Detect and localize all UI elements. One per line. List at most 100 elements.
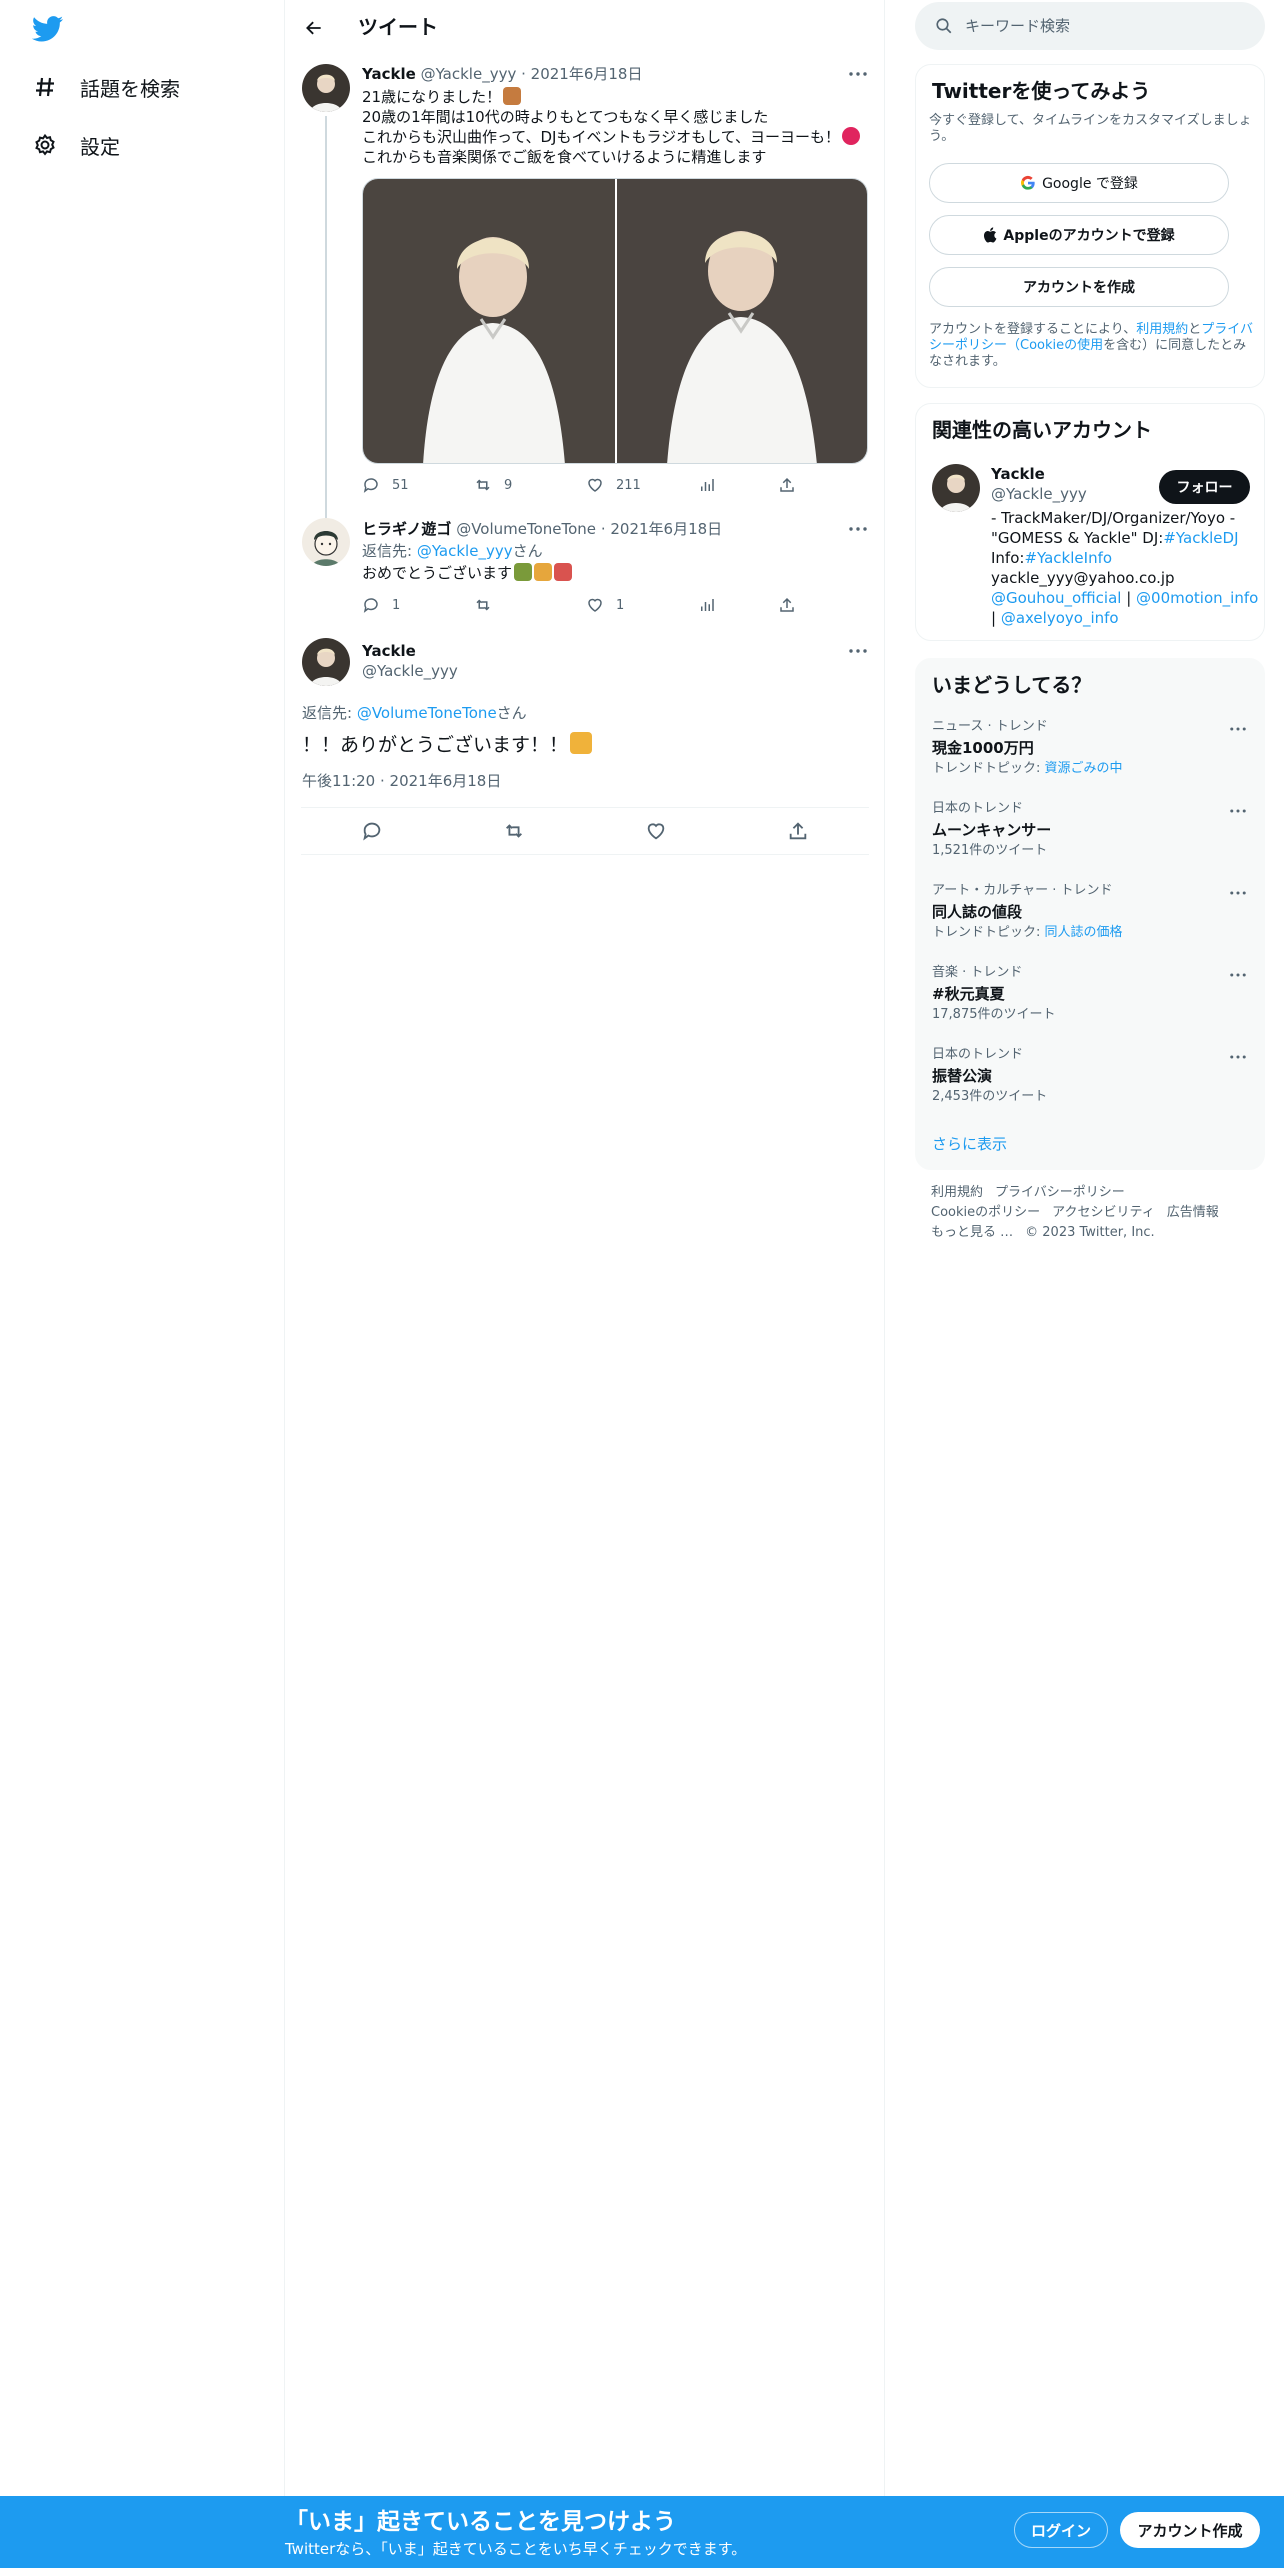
legal-text: アカウントを登録することにより、 (929, 322, 1137, 337)
more-icon[interactable] (1226, 965, 1250, 985)
more-icon[interactable] (1226, 719, 1250, 739)
footer-terms-link[interactable]: 利用規約 (931, 1185, 983, 1200)
trend-name: #秋元真夏 (932, 985, 1005, 1003)
avatar[interactable] (302, 638, 350, 686)
author-handle[interactable]: @Yackle_yyy (421, 65, 517, 83)
nav-item-settings[interactable]: 設定 (30, 120, 120, 170)
main-column: ツイート Yackle @Yackle_yyy · 2021年6月18日 21歳… (285, 0, 885, 2496)
bottom-bar-title: 「いま」起きていることを見つけよう (285, 2509, 676, 2535)
tweet-date[interactable]: 2021年6月18日 (610, 520, 722, 538)
trend-item[interactable]: 日本のトレンド 振替公演 2,453件のツイート (916, 1047, 1266, 1129)
google-signup-button[interactable]: Google で登録 (929, 163, 1229, 203)
retweet-button[interactable]: 9 (474, 476, 586, 494)
retweet-button[interactable] (474, 596, 586, 614)
avatar[interactable] (302, 64, 350, 112)
search-input[interactable] (965, 17, 1245, 35)
photo[interactable] (363, 179, 615, 463)
share-button[interactable] (778, 476, 796, 494)
trend-category: アート・カルチャー · トレンド (932, 883, 1113, 898)
author-name[interactable]: Yackle (362, 641, 416, 661)
more-icon[interactable] (1226, 801, 1250, 821)
create-account-button[interactable]: アカウントを作成 (929, 267, 1229, 307)
analytics-button[interactable] (698, 476, 778, 494)
twitter-bird-icon[interactable] (31, 16, 64, 42)
reply-button[interactable]: 51 (362, 476, 474, 494)
reply-icon (363, 478, 378, 493)
share-icon (789, 822, 807, 840)
apple-signup-button[interactable]: Appleのアカウントで登録 (929, 215, 1229, 255)
trend-topic-link[interactable]: 資源ごみの中 (1045, 761, 1123, 776)
tweet-text: これからも沢山曲作って、DJもイベントもラジオもして、ヨーヨーも！ (362, 128, 840, 146)
trend-category: 音楽 · トレンド (932, 965, 1023, 980)
author-handle[interactable]: @VolumeToneTone (456, 520, 596, 538)
footer-cookie-link[interactable]: Cookieのポリシー (931, 1205, 1040, 1220)
share-button[interactable] (778, 596, 796, 614)
show-more-link[interactable]: さらに表示 (932, 1133, 1007, 1154)
bio-text: Info: (991, 549, 1025, 567)
trend-name: 現金1000万円 (932, 739, 1034, 757)
tweet-text: ！！ありがとうございます！！ (302, 734, 569, 756)
more-icon[interactable] (845, 641, 871, 661)
reply-to-link[interactable]: @VolumeToneTone (357, 704, 497, 722)
footer-more-link[interactable]: もっと見る … (931, 1225, 1013, 1240)
like-button[interactable]: 1 (586, 596, 698, 614)
trend-item[interactable]: アート・カルチャー · トレンド 同人誌の値段 トレンドトピック: 同人誌の価格 (916, 883, 1266, 965)
trend-topic-link[interactable]: 同人誌の価格 (1045, 925, 1123, 940)
reply-icon (363, 822, 381, 841)
signup-description: 今すぐ登録して、タイムラインをカスタマイズしましょう。 (929, 113, 1252, 144)
trend-sub: 17,875件のツイート (932, 1007, 1056, 1022)
like-button[interactable]: 211 (586, 476, 698, 494)
trend-category: 日本のトレンド (932, 1047, 1024, 1062)
trend-item[interactable]: 日本のトレンド ムーンキャンサー 1,521件のツイート (916, 801, 1266, 883)
share-icon (780, 597, 794, 612)
nav-item-explore[interactable]: 話題を検索 (30, 62, 180, 112)
share-button[interactable] (787, 820, 809, 842)
hashtag-link[interactable]: #YackleInfo (1024, 549, 1112, 567)
more-icon[interactable] (1226, 883, 1250, 903)
trend-category: 日本のトレンド (932, 801, 1024, 816)
like-count: 1 (616, 597, 625, 613)
mention-link[interactable]: @Gouhou_official (991, 589, 1121, 607)
footer-privacy-link[interactable]: プライバシーポリシー (995, 1185, 1125, 1200)
yoyo-emoji-icon (841, 127, 860, 145)
back-arrow-icon[interactable] (299, 13, 329, 43)
more-icon[interactable] (845, 519, 871, 539)
mention-link[interactable]: @00motion_info (1136, 589, 1258, 607)
account-handle[interactable]: @Yackle_yyy (991, 484, 1087, 504)
signup-button[interactable]: アカウント作成 (1120, 2512, 1260, 2548)
trend-item[interactable]: ニュース · トレンド 現金1000万円 トレンドトピック: 資源ごみの中 (916, 719, 1266, 801)
more-icon[interactable] (845, 64, 871, 84)
more-icon[interactable] (1226, 1047, 1250, 1067)
author-handle[interactable]: @Yackle_yyy (362, 661, 458, 681)
footer-accessibility-link[interactable]: アクセシビリティ (1052, 1205, 1155, 1220)
trend-item[interactable]: 音楽 · トレンド #秋元真夏 17,875件のツイート (916, 965, 1266, 1047)
reply-to-link[interactable]: @Yackle_yyy (417, 542, 513, 560)
footer-ads-link[interactable]: 広告情報 (1167, 1205, 1219, 1220)
tweet-date[interactable]: 2021年6月18日 (531, 65, 643, 83)
reply-button[interactable] (361, 820, 383, 842)
tweet-timestamp[interactable]: 午後11:20 · 2021年6月18日 (302, 771, 501, 791)
deer-emoji-icon (503, 87, 522, 105)
trend-sub: 1,521件のツイート (932, 843, 1048, 858)
mention-link[interactable]: @axelyoyo_info (1001, 609, 1119, 627)
hashtag-link[interactable]: #YackleDJ (1163, 529, 1238, 547)
footer-copyright: © 2023 Twitter, Inc. (1025, 1225, 1155, 1240)
bio-text: | (991, 609, 1001, 627)
follow-button[interactable]: フォロー (1159, 470, 1250, 504)
avatar[interactable] (932, 464, 980, 512)
author-name[interactable]: ヒラギノ遊ゴ (362, 520, 451, 538)
photo[interactable] (617, 179, 867, 463)
terms-link[interactable]: 利用規約 (1136, 322, 1188, 337)
author-name[interactable]: Yackle (362, 65, 416, 83)
reply-button[interactable]: 1 (362, 596, 474, 614)
search-bar[interactable] (915, 2, 1265, 50)
tweet-actions: 51 9 211 (362, 476, 802, 494)
analytics-button[interactable] (698, 596, 778, 614)
analytics-icon (701, 599, 714, 611)
trend-name: 振替公演 (932, 1067, 993, 1085)
retweet-button[interactable] (503, 820, 525, 842)
avatar[interactable] (302, 518, 350, 566)
account-name[interactable]: Yackle (991, 464, 1045, 484)
like-button[interactable] (645, 820, 667, 842)
login-button[interactable]: ログイン (1014, 2512, 1108, 2548)
